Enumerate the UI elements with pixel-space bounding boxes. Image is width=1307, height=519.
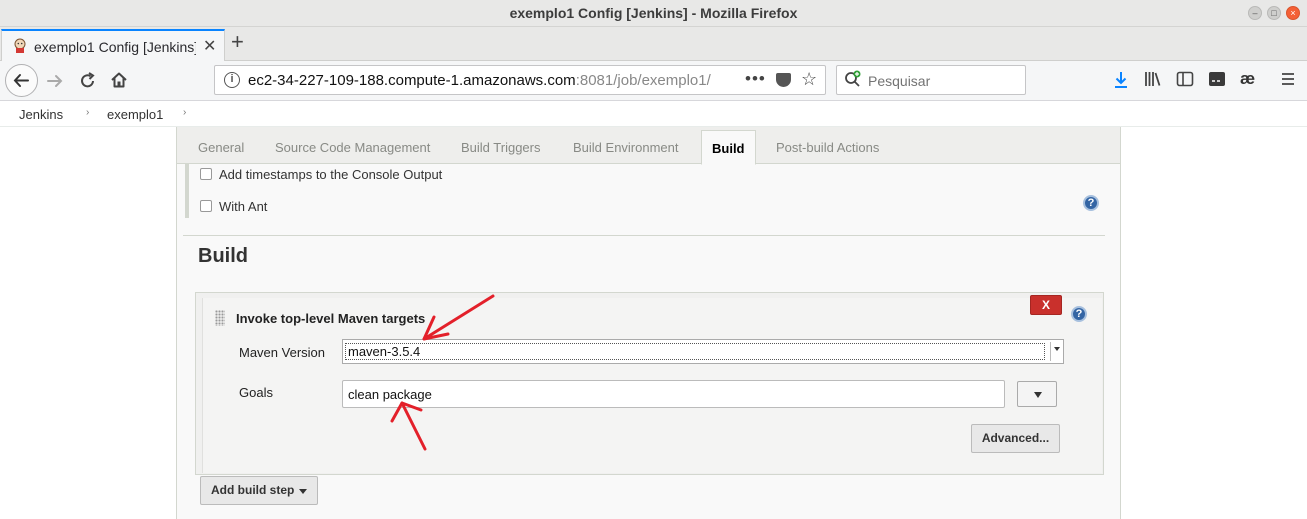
timestamps-option[interactable]: Add timestamps to the Console Output (200, 167, 442, 182)
maven-build-step: Invoke top-level Maven targets X Maven V… (195, 292, 1104, 475)
search-placeholder: Pesquisar (868, 73, 931, 89)
section-divider (183, 235, 1105, 236)
chevron-down-icon[interactable] (1054, 347, 1060, 351)
breadcrumb-separator-icon[interactable]: › (183, 107, 186, 118)
maven-version-label: Maven Version (239, 345, 325, 360)
chevron-down-icon (1034, 392, 1042, 398)
back-arrow-icon (13, 74, 29, 87)
browser-tab-strip: exemplo1 Config [Jenkins] ✕ + (0, 27, 1307, 61)
minimize-icon[interactable]: – (1248, 6, 1262, 20)
tab-close-icon[interactable]: ✕ (203, 36, 216, 56)
tab-general[interactable]: General (198, 140, 244, 155)
jenkins-favicon-icon (14, 38, 26, 53)
browser-tab[interactable]: exemplo1 Config [Jenkins] ✕ (1, 29, 225, 61)
maven-build-step-body: Invoke top-level Maven targets X Maven V… (202, 295, 1102, 473)
breadcrumb-job[interactable]: exemplo1 (107, 107, 163, 122)
maximize-icon[interactable]: □ (1267, 6, 1281, 20)
add-build-step-button[interactable]: Add build step (200, 476, 318, 505)
with-ant-option[interactable]: With Ant (200, 199, 267, 214)
maven-version-select[interactable]: maven-3.5.4 (342, 339, 1064, 364)
expand-goals-button[interactable] (1017, 381, 1057, 407)
build-environment-section-bar (185, 164, 189, 218)
config-panel: General Source Code Management Build Tri… (176, 127, 1121, 519)
extension-terminal-icon[interactable] (1208, 70, 1226, 88)
delete-step-button[interactable]: X (1030, 295, 1062, 315)
breadcrumb-separator-icon[interactable]: › (86, 107, 89, 118)
window-close-icon[interactable]: × (1286, 6, 1300, 20)
build-section-heading: Build (198, 245, 248, 267)
new-tab-icon[interactable]: + (231, 29, 244, 55)
url-text[interactable]: ec2-34-227-109-188.compute-1.amazonaws.c… (248, 72, 728, 89)
tab-build-triggers[interactable]: Build Triggers (461, 140, 540, 155)
site-info-icon[interactable]: i (224, 72, 240, 88)
search-bar[interactable]: Pesquisar (836, 65, 1026, 95)
downloads-icon[interactable] (1113, 70, 1129, 90)
library-icon[interactable] (1144, 70, 1162, 88)
hamburger-menu-icon[interactable] (1280, 70, 1296, 88)
with-ant-label: With Ant (219, 199, 268, 214)
maven-version-value: maven-3.5.4 (345, 343, 1045, 360)
home-icon[interactable] (109, 70, 129, 90)
build-step-title: Invoke top-level Maven targets (236, 311, 426, 326)
sidebar-icon[interactable] (1176, 70, 1194, 88)
tab-source-code-management[interactable]: Source Code Management (275, 140, 430, 155)
tab-build-environment[interactable]: Build Environment (573, 140, 679, 155)
url-bar[interactable]: i ec2-34-227-109-188.compute-1.amazonaws… (214, 65, 826, 95)
with-ant-checkbox[interactable] (200, 200, 212, 212)
navigation-toolbar: i ec2-34-227-109-188.compute-1.amazonaws… (0, 61, 1307, 101)
pocket-icon[interactable] (776, 73, 791, 87)
tab-title: exemplo1 Config [Jenkins] (34, 39, 196, 55)
maven-step-help-icon[interactable]: ? (1071, 306, 1087, 322)
back-button[interactable] (5, 64, 38, 97)
breadcrumb-jenkins[interactable]: Jenkins (19, 107, 63, 122)
config-tab-bar: General Source Code Management Build Tri… (177, 127, 1120, 165)
search-icon (845, 70, 861, 87)
select-separator (1050, 342, 1051, 361)
window-title-bar: exemplo1 Config [Jenkins] - Mozilla Fire… (0, 0, 1307, 27)
tab-build[interactable]: Build (701, 130, 756, 165)
breadcrumb: Jenkins › exemplo1 › (0, 101, 1307, 127)
reload-icon[interactable] (78, 71, 98, 91)
tab-post-build-actions[interactable]: Post-build Actions (776, 140, 879, 155)
page-actions-icon[interactable]: ••• (745, 69, 766, 89)
extension-ae-icon[interactable]: æ (1240, 69, 1255, 89)
timestamps-checkbox[interactable] (200, 168, 212, 180)
window-title: exemplo1 Config [Jenkins] - Mozilla Fire… (509, 5, 798, 21)
drag-handle-icon[interactable] (215, 310, 225, 326)
forward-arrow-icon[interactable] (45, 71, 65, 91)
add-build-step-label: Add build step (211, 483, 295, 497)
bookmark-star-icon[interactable]: ☆ (801, 69, 817, 90)
goals-label: Goals (239, 385, 273, 400)
advanced-button[interactable]: Advanced... (971, 424, 1060, 453)
goals-input[interactable]: clean package (342, 380, 1005, 408)
timestamps-label: Add timestamps to the Console Output (219, 167, 443, 182)
caret-down-icon (299, 489, 307, 494)
with-ant-help-icon[interactable]: ? (1083, 195, 1099, 211)
